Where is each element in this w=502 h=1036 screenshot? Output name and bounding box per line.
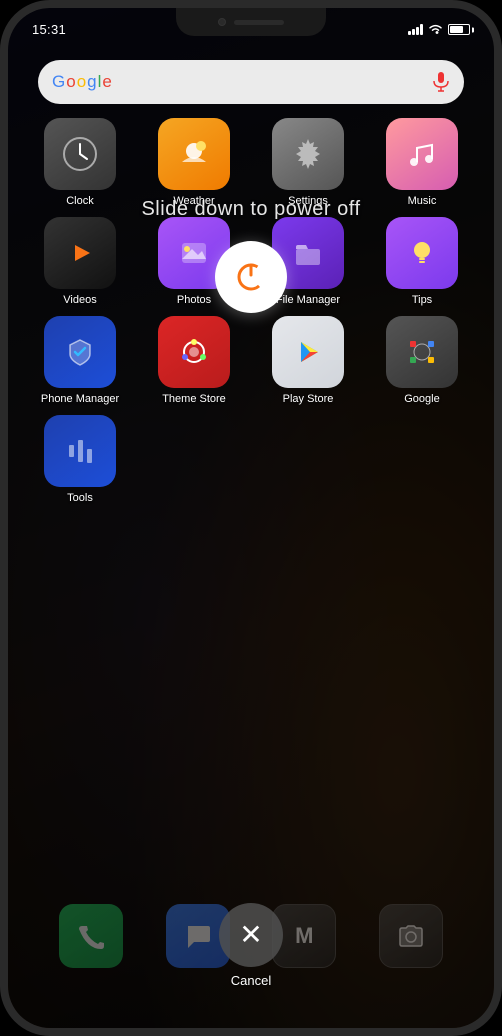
phone-screen: 15:31 Google (8, 8, 494, 1028)
power-symbol-icon (233, 259, 269, 295)
power-button[interactable] (215, 241, 287, 313)
power-overlay: Slide down to power off (8, 8, 494, 1028)
cancel-button[interactable]: ✕ (219, 903, 283, 967)
slide-power-off-text: Slide down to power off (141, 198, 360, 221)
cancel-x-icon: ✕ (239, 921, 262, 949)
cancel-label: Cancel (231, 973, 271, 988)
cancel-area[interactable]: ✕ Cancel (219, 903, 283, 988)
phone-frame: 15:31 Google (0, 0, 502, 1036)
